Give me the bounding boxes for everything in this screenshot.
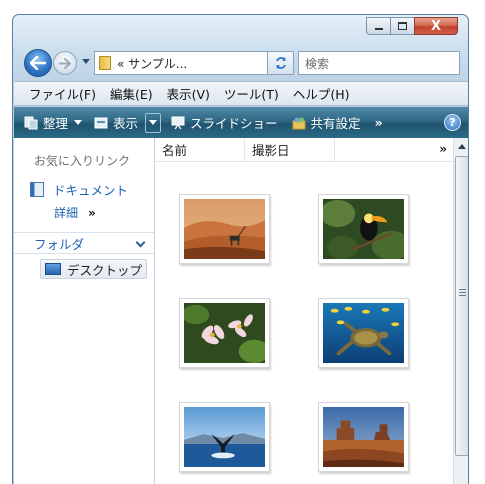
thumbnail-item[interactable] xyxy=(179,194,270,264)
share-icon xyxy=(292,117,306,129)
folders-toggle[interactable]: フォルダ xyxy=(14,232,154,254)
views-label: 表示 xyxy=(113,116,139,131)
arrow-up-icon xyxy=(458,144,466,149)
close-button[interactable]: X xyxy=(414,17,458,35)
maximize-icon xyxy=(398,22,407,30)
navigation-pane: お気に入りリンク ドキュメント 詳細 » フォルダ デスクトップ xyxy=(14,138,155,484)
minimize-icon xyxy=(374,28,383,30)
organize-label: 整理 xyxy=(43,116,69,131)
folder-icon xyxy=(99,56,111,70)
menu-bar: ファイル(F) 編集(E) 表示(V) ツール(T) ヘルプ(H) xyxy=(14,81,468,106)
thumbnail-item[interactable] xyxy=(318,194,409,264)
slideshow-icon xyxy=(171,116,185,129)
views-dropdown-icon xyxy=(149,120,158,125)
menu-view[interactable]: 表示(V) xyxy=(167,84,210,103)
frangipani-flowers-photo xyxy=(184,303,265,363)
minimize-button[interactable] xyxy=(366,17,391,35)
share-button[interactable]: 共有設定 xyxy=(288,112,365,134)
chevron-down-icon xyxy=(135,237,146,248)
views-button[interactable]: 表示 xyxy=(90,112,142,134)
search-placeholder: 検索 xyxy=(305,56,330,71)
tree-item-desktop[interactable]: デスクトップ xyxy=(40,259,148,279)
slideshow-button[interactable]: スライドショー xyxy=(167,112,282,134)
menu-file[interactable]: ファイル(F) xyxy=(29,84,96,103)
grip-line xyxy=(459,289,466,290)
organize-button[interactable]: 整理 xyxy=(20,112,86,134)
chevron-double-right-icon: » xyxy=(374,115,383,130)
window-controls: X xyxy=(366,17,458,36)
column-header-name[interactable]: 名前 xyxy=(155,137,245,162)
folders-label: フォルダ xyxy=(34,236,85,252)
address-bar[interactable]: « サンプル... xyxy=(94,51,284,75)
refresh-icon xyxy=(275,57,286,69)
scroll-thumb[interactable] xyxy=(455,156,468,456)
desert-oryx-photo xyxy=(184,199,265,259)
forward-arrow-icon xyxy=(59,57,71,69)
menu-edit[interactable]: 編集(E) xyxy=(110,84,153,103)
menu-help[interactable]: ヘルプ(H) xyxy=(293,84,350,103)
close-icon: X xyxy=(430,18,442,34)
help-button[interactable]: ? xyxy=(444,114,461,131)
share-label: 共有設定 xyxy=(310,116,361,131)
views-dropdown-button[interactable] xyxy=(145,112,162,133)
grip-line xyxy=(459,295,466,296)
tree-item-label: デスクトップ xyxy=(67,262,143,278)
column-headers: 名前 撮影日 » xyxy=(155,137,453,162)
toucan-photo xyxy=(323,199,404,259)
documents-icon xyxy=(30,182,44,197)
address-text: « サンプル... xyxy=(117,56,188,71)
back-arrow-icon xyxy=(30,56,46,70)
scroll-up-button[interactable] xyxy=(454,138,468,155)
column-header-label: 名前 xyxy=(162,143,188,158)
favorite-links-heading: お気に入りリンク xyxy=(34,154,131,168)
views-icon xyxy=(94,117,108,128)
forward-button[interactable] xyxy=(53,51,77,75)
sea-turtle-photo xyxy=(323,303,404,363)
thumbnail-item[interactable] xyxy=(318,402,409,472)
more-columns-button[interactable]: » xyxy=(439,142,447,156)
thumbnail-item[interactable] xyxy=(179,402,270,472)
grip-line xyxy=(459,292,466,293)
more-links-label: 詳細 xyxy=(54,206,79,220)
organize-icon xyxy=(24,116,38,129)
whale-tail-photo xyxy=(184,407,265,467)
toolbar-overflow-button[interactable]: » xyxy=(371,112,387,134)
search-input[interactable]: 検索 xyxy=(298,51,460,75)
more-links-button[interactable]: 詳細 » xyxy=(54,204,96,221)
explorer-window: X « サンプル... 検索 ファイル(F) 編集(E) 表示(V) ツール(T… xyxy=(12,14,469,484)
help-icon: ? xyxy=(449,116,456,129)
column-header-date-taken[interactable]: 撮影日 xyxy=(245,137,335,162)
documents-label: ドキュメント xyxy=(53,183,129,198)
thumbnail-item[interactable] xyxy=(318,298,409,368)
column-header-label: 撮影日 xyxy=(252,143,290,158)
maximize-button[interactable] xyxy=(390,17,415,35)
slideshow-label: スライドショー xyxy=(190,116,278,131)
thumbnail-item[interactable] xyxy=(179,298,270,368)
navigation-bar: « サンプル... 検索 xyxy=(13,47,468,81)
vertical-scrollbar[interactable] xyxy=(453,138,468,484)
desktop-icon xyxy=(45,263,61,275)
organize-dropdown-icon xyxy=(74,120,83,125)
refresh-button[interactable] xyxy=(267,51,294,75)
monument-valley-photo xyxy=(323,407,404,467)
documents-link[interactable]: ドキュメント xyxy=(30,180,128,199)
menu-tools[interactable]: ツール(T) xyxy=(224,84,279,103)
recent-pages-dropdown[interactable] xyxy=(82,59,90,64)
command-bar: 整理 表示 スライドショー 共有設定 » ? xyxy=(14,107,468,138)
chevron-double-right-icon: » xyxy=(88,205,96,220)
file-list-pane: 名前 撮影日 » xyxy=(155,137,453,484)
back-button[interactable] xyxy=(24,49,52,77)
